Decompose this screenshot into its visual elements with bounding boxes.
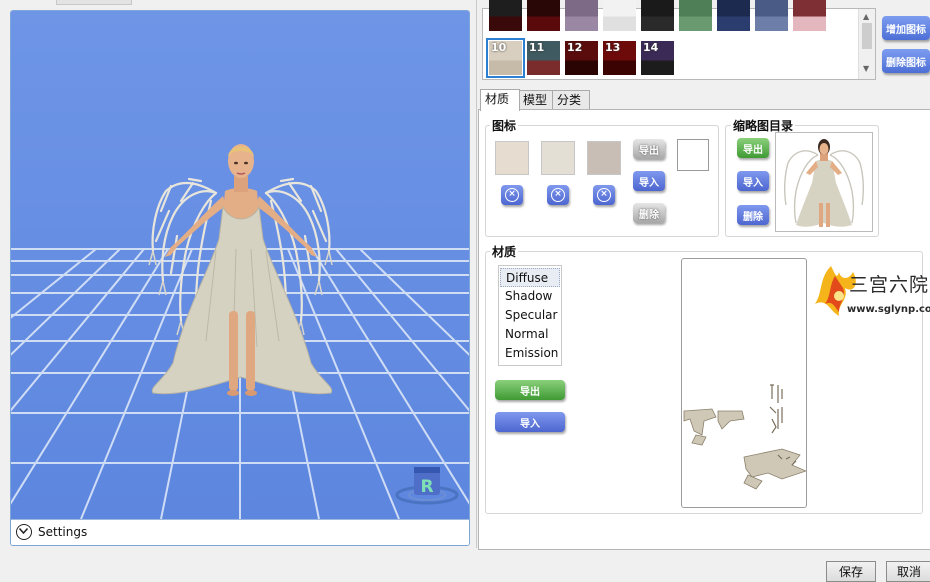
- remove-swatch-3-button[interactable]: ×: [593, 185, 615, 205]
- top-tab-remnant[interactable]: [56, 0, 132, 5]
- scroll-thumb[interactable]: [862, 23, 872, 49]
- watermark-url: www.sglynp.com: [847, 304, 930, 315]
- swatch-11[interactable]: 11: [527, 41, 560, 75]
- material-item-shadow[interactable]: Shadow: [500, 287, 560, 306]
- thumbnail-export-button[interactable]: 导出: [737, 138, 769, 158]
- swatch-13[interactable]: 13: [603, 41, 636, 75]
- icon-swatch-3[interactable]: [587, 141, 621, 175]
- swatch-panel: 10 11 12 13 14 ▲ ▼: [482, 0, 876, 80]
- material-item-diffuse[interactable]: Diffuse: [500, 268, 560, 287]
- swatch-r1-2[interactable]: [527, 0, 560, 31]
- pane-divider[interactable]: [476, 0, 477, 548]
- icon-delete-button[interactable]: 删除: [633, 203, 665, 223]
- save-button[interactable]: 保存: [826, 561, 876, 582]
- remove-swatch-1-button[interactable]: ×: [501, 185, 523, 205]
- tab-body-material: 图标 × × × 导出 导入 删除 缩略图目录 导出 导入 删除 材质 Diff…: [478, 109, 930, 550]
- badge-letter: R: [420, 477, 433, 497]
- close-icon: ×: [505, 188, 519, 202]
- cancel-button[interactable]: 取消: [886, 561, 930, 582]
- swatch-r1-9[interactable]: [793, 0, 826, 31]
- material-export-button[interactable]: 导出: [495, 380, 565, 400]
- swatch-r1-3[interactable]: [565, 0, 598, 31]
- swatch-r1-7[interactable]: [717, 0, 750, 31]
- swatch-14[interactable]: 14: [641, 41, 674, 75]
- watermark-name: 三宫六院: [849, 274, 930, 296]
- swatch-12[interactable]: 12: [565, 41, 598, 75]
- thumbnail-delete-button[interactable]: 删除: [737, 205, 769, 225]
- icon-export-button[interactable]: 导出: [633, 139, 665, 159]
- watermark-logo: 三宫六院 www.sglynp.com: [809, 258, 930, 328]
- settings-bar[interactable]: Settings: [11, 519, 469, 545]
- remove-swatch-2-button[interactable]: ×: [547, 185, 569, 205]
- swatch-number: 14: [643, 41, 659, 54]
- swatch-r1-4[interactable]: [603, 0, 636, 31]
- swatch-r1-1[interactable]: [489, 0, 522, 31]
- thumbnail-import-button[interactable]: 导入: [737, 171, 769, 191]
- model-viewport[interactable]: R Settings: [10, 10, 470, 546]
- material-group-title: 材质: [490, 243, 519, 260]
- swatch-number: 10: [491, 41, 507, 54]
- swatch-r1-8[interactable]: [755, 0, 788, 31]
- tab-model[interactable]: 模型: [518, 90, 554, 110]
- icon-swatch-1[interactable]: [495, 141, 529, 175]
- icon-swatch-2[interactable]: [541, 141, 575, 175]
- scroll-down-icon[interactable]: ▼: [863, 64, 869, 73]
- icon-preview-box[interactable]: [677, 139, 709, 171]
- remove-icon-button[interactable]: 删除图标: [882, 49, 930, 73]
- thumbnail-preview[interactable]: [775, 132, 873, 232]
- tab-material[interactable]: 材质: [480, 89, 520, 111]
- swatch-r1-6[interactable]: [679, 0, 712, 31]
- close-icon: ×: [551, 188, 565, 202]
- tab-category[interactable]: 分类: [552, 90, 590, 110]
- icon-group-title: 图标: [490, 117, 519, 134]
- material-item-normal[interactable]: Normal: [500, 325, 560, 344]
- material-list[interactable]: Diffuse Shadow Specular Normal Emission: [498, 265, 562, 366]
- add-icon-button[interactable]: 增加图标: [882, 16, 930, 40]
- chevron-down-icon[interactable]: [16, 524, 32, 540]
- icon-import-button[interactable]: 导入: [633, 171, 665, 191]
- close-icon: ×: [597, 188, 611, 202]
- swatch-number: 13: [605, 41, 621, 54]
- material-import-button[interactable]: 导入: [495, 412, 565, 432]
- swatch-number: 12: [567, 41, 583, 54]
- viewport-scene[interactable]: R: [11, 11, 469, 519]
- swatch-scrollbar[interactable]: ▲ ▼: [858, 9, 875, 79]
- material-item-emission[interactable]: Emission: [500, 344, 560, 363]
- swatch-10[interactable]: 10: [486, 38, 525, 78]
- swatch-r1-5[interactable]: [641, 0, 674, 31]
- settings-label[interactable]: Settings: [38, 525, 87, 539]
- material-item-specular[interactable]: Specular: [500, 306, 560, 325]
- texture-preview[interactable]: [681, 258, 808, 508]
- swatch-number: 11: [529, 41, 545, 54]
- scroll-up-icon[interactable]: ▲: [863, 12, 869, 21]
